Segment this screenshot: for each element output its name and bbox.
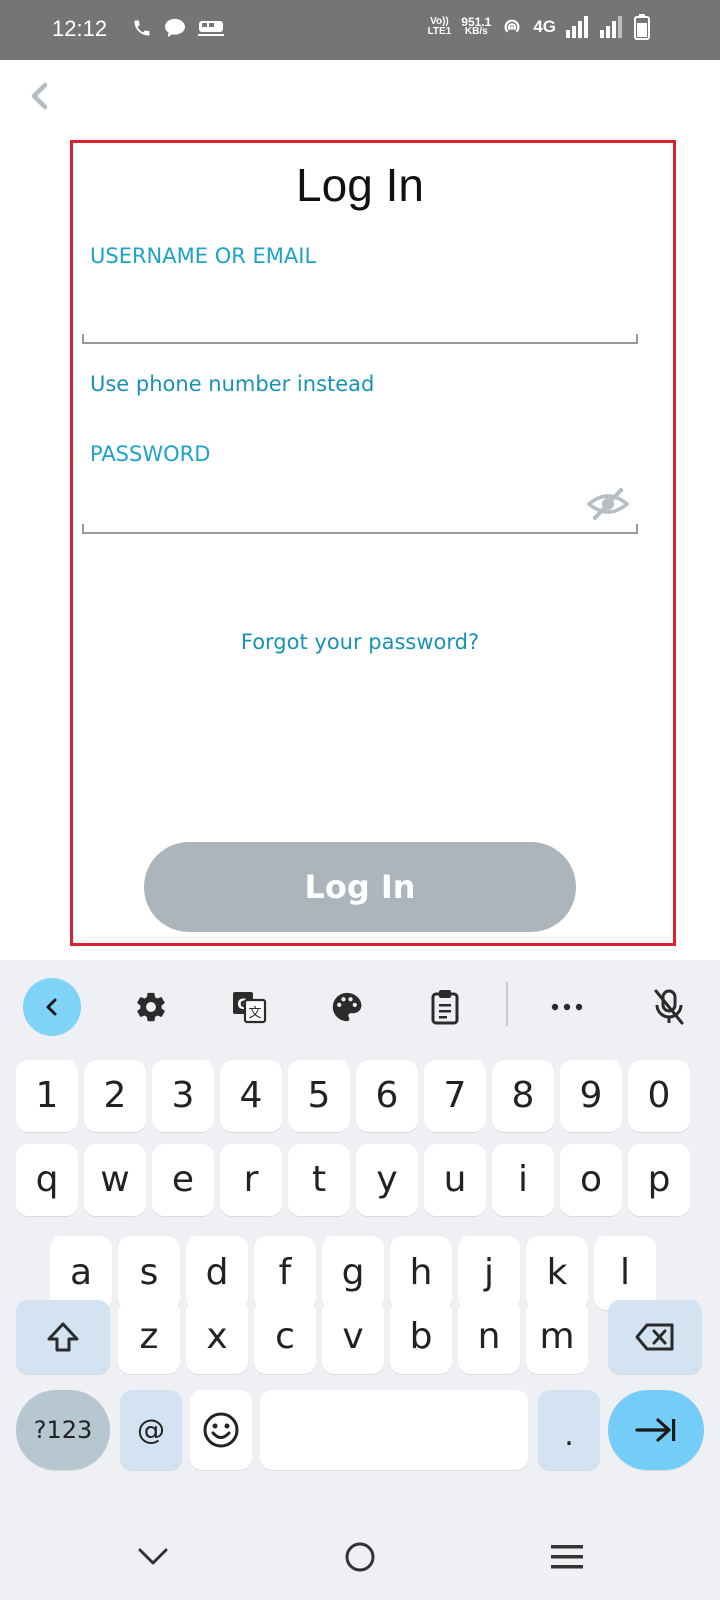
chevron-left-icon [31, 82, 48, 110]
emoji-key[interactable] [190, 1390, 252, 1470]
toolbar-divider [506, 982, 508, 1026]
key-9[interactable]: 9 [560, 1060, 622, 1132]
password-label: PASSWORD [90, 442, 211, 466]
key-v[interactable]: v [322, 1300, 384, 1374]
key-f[interactable]: f [254, 1236, 316, 1310]
nav-home-button[interactable] [335, 1532, 385, 1582]
keyboard: G文 1234567890 qwertyuiop asdfghjkl zxcvb… [0, 960, 720, 1600]
at-key[interactable]: @ [120, 1390, 182, 1470]
nav-back-button[interactable] [128, 1532, 178, 1582]
key-y[interactable]: y [356, 1144, 418, 1216]
key-m[interactable]: m [526, 1300, 588, 1374]
battery-icon [634, 14, 650, 40]
period-key[interactable]: . [538, 1390, 600, 1470]
space-key[interactable] [260, 1390, 528, 1470]
key-0[interactable]: 0 [628, 1060, 690, 1132]
key-w[interactable]: w [84, 1144, 146, 1216]
next-key[interactable] [608, 1390, 704, 1470]
key-2[interactable]: 2 [84, 1060, 146, 1132]
key-l[interactable]: l [594, 1236, 656, 1310]
translate-icon: G文 [233, 992, 267, 1024]
phone-icon [134, 20, 150, 36]
key-t[interactable]: t [288, 1144, 350, 1216]
more-button[interactable] [538, 978, 596, 1036]
backspace-icon [635, 1323, 674, 1351]
status-bar: 12:12 Vo)) LTE1 951.1 KB/s 4G [0, 0, 720, 60]
key-n[interactable]: n [458, 1300, 520, 1374]
navigation-bar [0, 1510, 720, 1600]
key-7[interactable]: 7 [424, 1060, 486, 1132]
voice-input-button[interactable] [640, 978, 698, 1036]
key-8[interactable]: 8 [492, 1060, 554, 1132]
recents-icon [551, 1545, 583, 1569]
username-label: USERNAME OR EMAIL [90, 244, 317, 268]
key-g[interactable]: g [322, 1236, 384, 1310]
translate-button[interactable]: G文 [220, 978, 278, 1036]
key-r[interactable]: r [220, 1144, 282, 1216]
emoji-icon [203, 1412, 239, 1448]
page-title: Log In [296, 159, 424, 211]
key-1[interactable]: 1 [16, 1060, 78, 1132]
keyboard-toolbar: G文 [0, 960, 720, 1052]
backspace-key[interactable] [608, 1300, 702, 1374]
mic-off-icon [654, 989, 684, 1025]
key-k[interactable]: k [526, 1236, 588, 1310]
key-6[interactable]: 6 [356, 1060, 418, 1132]
train-icon [198, 21, 224, 36]
key-a[interactable]: a [50, 1236, 112, 1310]
username-underline [82, 334, 638, 344]
key-e[interactable]: e [152, 1144, 214, 1216]
key-d[interactable]: d [186, 1236, 248, 1310]
status-time: 12:12 [52, 16, 108, 41]
eye-off-icon [586, 488, 630, 520]
volte-indicator: Vo)) LTE1 [427, 16, 452, 37]
network-speed: 951.1 KB/s [461, 15, 492, 37]
key-o[interactable]: o [560, 1144, 622, 1216]
login-button[interactable]: Log In [144, 842, 576, 932]
shift-icon [47, 1322, 79, 1352]
theme-button[interactable] [318, 978, 376, 1036]
back-button[interactable] [22, 78, 58, 114]
key-b[interactable]: b [390, 1300, 452, 1374]
hotspot-icon [504, 19, 520, 33]
key-z[interactable]: z [118, 1300, 180, 1374]
key-u[interactable]: u [424, 1144, 486, 1216]
back-chevron-icon [138, 1548, 168, 1565]
use-phone-link[interactable]: Use phone number instead [90, 372, 374, 396]
settings-button[interactable] [122, 978, 180, 1036]
tab-arrow-icon [635, 1418, 676, 1442]
more-icon [551, 1003, 583, 1011]
key-c[interactable]: c [254, 1300, 316, 1374]
signal-2-icon [600, 16, 622, 38]
password-underline [82, 524, 638, 534]
chat-bubble-icon [165, 18, 185, 38]
signal-icon [566, 16, 588, 38]
key-5[interactable]: 5 [288, 1060, 350, 1132]
key-i[interactable]: i [492, 1144, 554, 1216]
key-4[interactable]: 4 [220, 1060, 282, 1132]
key-s[interactable]: s [118, 1236, 180, 1310]
forgot-password-link[interactable]: Forgot your password? [0, 630, 720, 654]
collapse-toolbar-button[interactable] [23, 978, 81, 1036]
gear-icon [137, 992, 165, 1022]
shift-key[interactable] [16, 1300, 110, 1374]
symbols-key[interactable]: ?123 [16, 1390, 110, 1470]
key-h[interactable]: h [390, 1236, 452, 1310]
key-3[interactable]: 3 [152, 1060, 214, 1132]
chevron-left-icon [46, 998, 57, 1016]
palette-icon [332, 992, 362, 1022]
network-type: 4G [533, 17, 556, 36]
toggle-password-visibility[interactable] [586, 484, 630, 524]
svg-text:文: 文 [248, 1006, 261, 1021]
nav-recents-button[interactable] [542, 1532, 592, 1582]
key-p[interactable]: p [628, 1144, 690, 1216]
key-j[interactable]: j [458, 1236, 520, 1310]
key-q[interactable]: q [16, 1144, 78, 1216]
clipboard-button[interactable] [416, 978, 474, 1036]
key-x[interactable]: x [186, 1300, 248, 1374]
home-icon [345, 1542, 375, 1572]
clipboard-icon [431, 990, 459, 1025]
